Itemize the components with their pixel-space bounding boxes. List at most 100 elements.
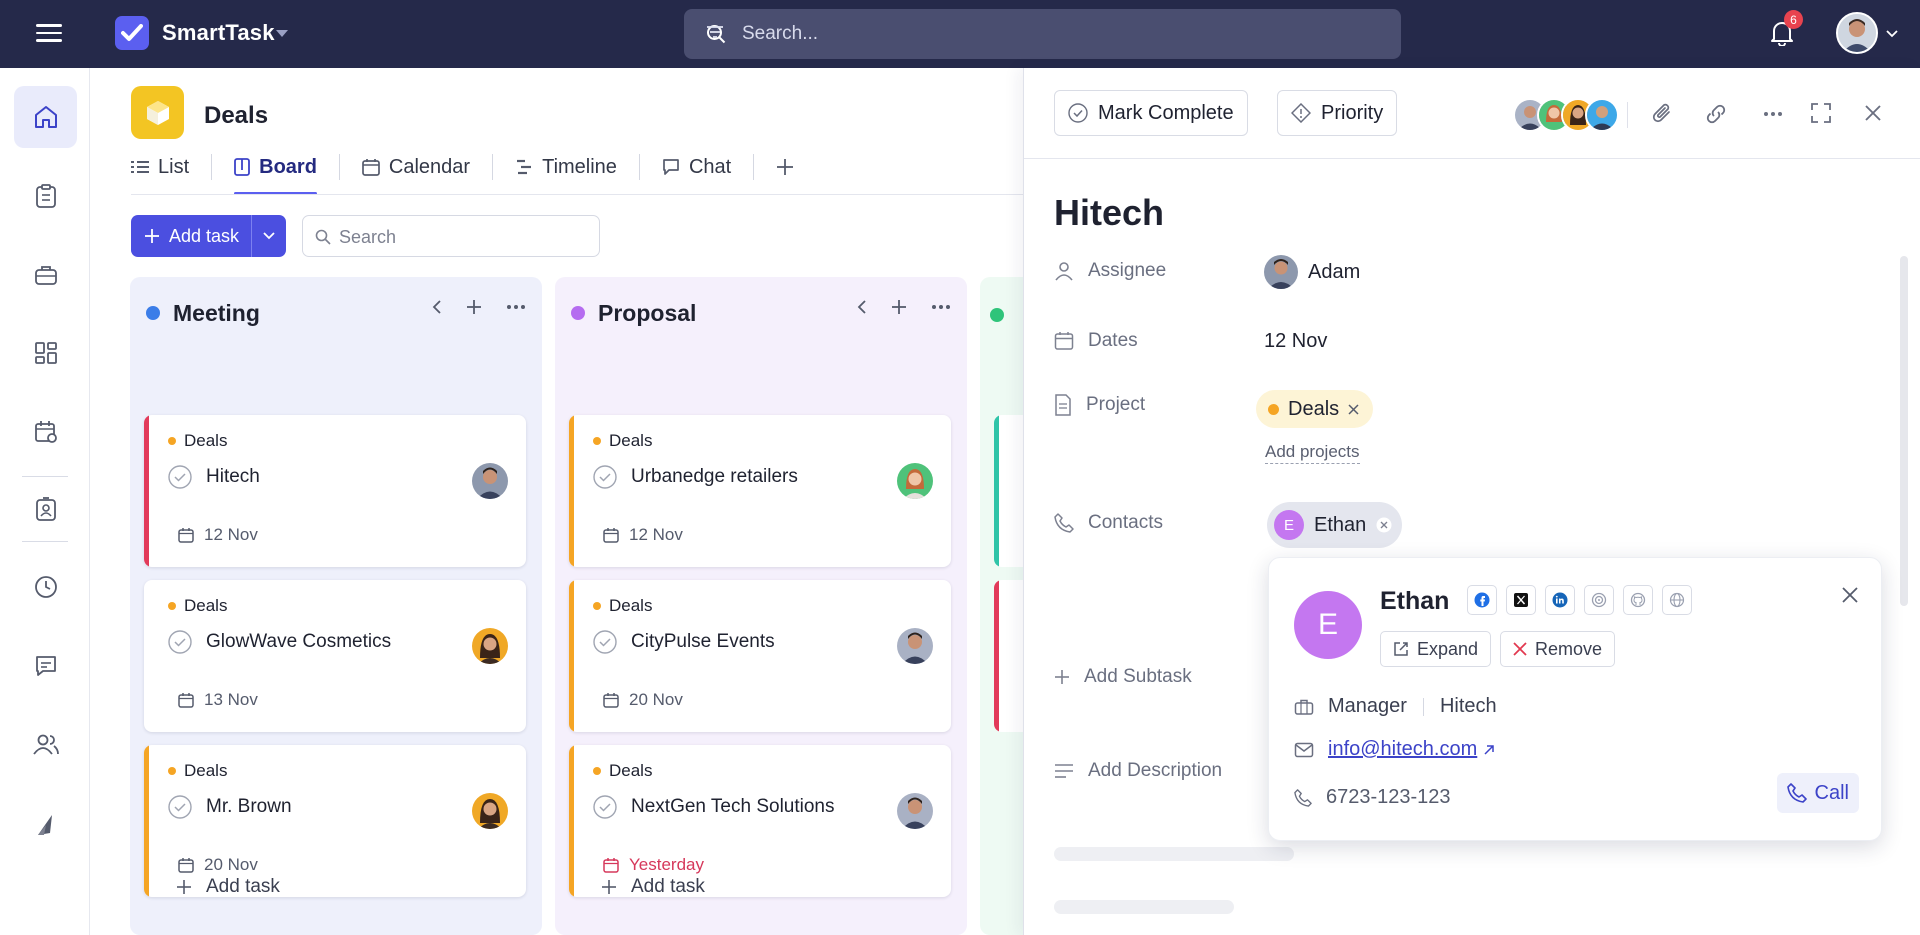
remove-x-icon[interactable] [1348, 403, 1359, 415]
column-add-task-button[interactable]: Add task [601, 876, 705, 898]
nav-timesheet[interactable] [14, 556, 77, 618]
user-avatar[interactable] [1836, 12, 1878, 54]
x-twitter-icon[interactable] [1506, 585, 1536, 615]
card-assignee-avatar[interactable] [897, 463, 933, 499]
target-icon[interactable] [1584, 585, 1614, 615]
task-card[interactable] [994, 415, 1024, 567]
assignee-value[interactable]: Adam [1264, 255, 1360, 289]
linkedin-icon[interactable] [1545, 585, 1575, 615]
menu-icon[interactable] [36, 24, 62, 44]
more-horizontal-icon[interactable] [931, 304, 951, 310]
nav-deals[interactable] [14, 244, 77, 306]
tab-list[interactable]: List [131, 154, 189, 190]
close-icon[interactable] [1841, 586, 1859, 604]
project-chip[interactable]: Deals [1256, 390, 1374, 428]
task-card[interactable]: Deals Mr. Brown 20 Nov [144, 745, 526, 897]
check-circle-icon [1068, 103, 1088, 123]
call-button[interactable]: Call [1776, 773, 1859, 813]
mail-icon [1294, 742, 1314, 757]
user-menu-chevron-icon[interactable] [1886, 30, 1898, 38]
tab-timeline[interactable]: Timeline [515, 154, 617, 190]
nav-people[interactable] [14, 713, 77, 775]
github-icon[interactable] [1623, 585, 1653, 615]
priority-button[interactable]: Priority [1277, 90, 1398, 136]
tab-chat[interactable]: Chat [662, 154, 731, 190]
task-card[interactable]: Deals GlowWave Cosmetics 13 Nov [144, 580, 526, 732]
board-search-input[interactable] [339, 225, 579, 249]
card-assignee-avatar[interactable] [897, 628, 933, 664]
add-task-dropdown[interactable] [251, 215, 286, 257]
facebook-icon[interactable] [1467, 585, 1497, 615]
list-icon [131, 161, 149, 173]
expand-icon[interactable] [1810, 102, 1832, 124]
card-assignee-avatar[interactable] [472, 628, 508, 664]
check-circle-icon[interactable] [593, 795, 617, 819]
add-description-button[interactable]: Add Description [1054, 760, 1222, 782]
tab-calendar[interactable]: Calendar [362, 154, 470, 190]
task-card[interactable] [994, 580, 1024, 732]
close-icon[interactable] [1864, 104, 1882, 122]
nav-tasks[interactable] [14, 165, 77, 227]
task-title[interactable]: Hitech [1054, 192, 1164, 234]
column-add-task-button[interactable]: Add task [176, 876, 280, 898]
check-circle-icon[interactable] [168, 630, 192, 654]
plus-icon[interactable] [466, 299, 482, 315]
globe-icon[interactable] [1662, 585, 1692, 615]
card-status-bar [144, 745, 149, 897]
task-card[interactable]: Deals Urbanedge retailers 12 Nov [569, 415, 951, 567]
add-task-button[interactable]: Add task [131, 215, 251, 257]
card-assignee-avatar[interactable] [897, 793, 933, 829]
remove-contact-button[interactable]: Remove [1500, 631, 1616, 667]
check-circle-icon[interactable] [593, 465, 617, 489]
nav-home[interactable] [14, 86, 77, 148]
text-lines-icon [1055, 764, 1073, 778]
task-card[interactable]: Deals CityPulse Events 20 Nov [569, 580, 951, 732]
more-horizontal-icon[interactable] [1763, 111, 1783, 117]
nav-dashboard[interactable] [14, 322, 77, 384]
nav-schedule-settings[interactable] [14, 401, 77, 463]
tab-divider [492, 154, 494, 180]
tab-board[interactable]: Board [234, 154, 317, 195]
plus-icon[interactable] [891, 299, 907, 315]
link-icon[interactable] [1704, 102, 1728, 126]
nav-brand[interactable] [14, 793, 77, 855]
app-name[interactable]: SmartTask [162, 20, 275, 46]
add-view-button[interactable] [776, 154, 794, 190]
add-subtask-button[interactable]: Add Subtask [1054, 666, 1192, 688]
contact-avatar: E [1294, 591, 1362, 659]
contact-email-link[interactable]: info@hitech.com [1328, 738, 1477, 761]
global-search[interactable] [684, 9, 1401, 59]
card-project-tag: Deals [593, 431, 652, 451]
check-circle-icon[interactable] [593, 630, 617, 654]
contact-chip[interactable]: E Ethan [1267, 502, 1403, 548]
left-nav [0, 68, 90, 935]
more-horizontal-icon[interactable] [506, 304, 526, 310]
task-card[interactable]: Deals NextGen Tech Solutions Yesterday [569, 745, 951, 897]
check-circle-icon[interactable] [168, 465, 192, 489]
panel-scrollbar[interactable] [1900, 256, 1908, 606]
board-search[interactable] [302, 215, 600, 257]
task-card[interactable]: Deals Hitech 12 Nov [144, 415, 526, 567]
contact-phone: 6723-123-123 [1326, 786, 1451, 808]
card-assignee-avatar[interactable] [472, 463, 508, 499]
dates-value[interactable]: 12 Nov [1264, 330, 1327, 353]
external-arrow-icon[interactable] [1483, 744, 1495, 756]
nav-contacts[interactable] [14, 478, 77, 540]
mark-complete-button[interactable]: Mark Complete [1054, 90, 1248, 136]
paperclip-icon[interactable] [1652, 102, 1674, 126]
add-projects-link[interactable]: Add projects [1265, 442, 1360, 464]
filter-icon[interactable] [706, 24, 724, 40]
check-circle-icon[interactable] [168, 795, 192, 819]
expand-contact-button[interactable]: Expand [1380, 631, 1492, 667]
collapse-left-icon[interactable] [857, 299, 867, 315]
contacts-row: Contacts [1054, 512, 1163, 534]
calendar-icon [603, 528, 619, 543]
app-switcher-caret-icon[interactable] [276, 30, 288, 37]
plus-icon [602, 880, 616, 894]
global-search-input[interactable] [742, 19, 1302, 49]
card-assignee-avatar[interactable] [472, 793, 508, 829]
nav-chat[interactable] [14, 635, 77, 697]
followers-avatars[interactable] [1513, 98, 1619, 132]
collapse-left-icon[interactable] [432, 299, 442, 315]
remove-x-icon[interactable] [1376, 517, 1392, 533]
